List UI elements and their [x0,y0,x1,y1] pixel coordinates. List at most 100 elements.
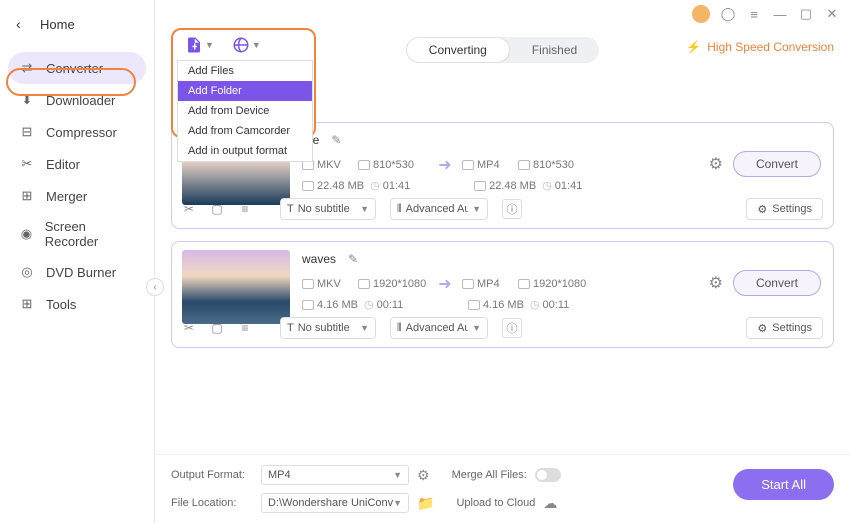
chevron-down-icon: ▼ [472,204,481,214]
sidebar-item-compressor[interactable]: ⊟ Compressor [0,116,154,148]
convert-button[interactable]: Convert [733,151,821,177]
clock-icon: ◷ [542,179,552,192]
effects-icon[interactable]: ≡ [238,202,252,216]
cloud-icon[interactable]: ☁ [543,495,557,512]
upload-label: Upload to Cloud [456,497,535,509]
info-button[interactable]: ⓘ [502,199,522,219]
sidebar-item-label: Converter [46,61,103,76]
dst-size: 4.16 MB [483,299,524,311]
add-menu-item[interactable]: Add in output format [178,141,312,161]
dst-duration: 00:11 [543,299,570,311]
subtitle-select[interactable]: T No subtitle ▼ [280,317,376,339]
downloader-icon: ⬇ [18,91,36,109]
sidebar: ‹ Home ⇄ Converter ⬇ Downloader ⊟ Compre… [0,0,155,523]
thumbnail[interactable] [182,250,290,324]
output-format-label: Output Format: [171,469,253,481]
output-gear-icon[interactable]: ⚙ [709,154,723,174]
add-menu-item[interactable]: Add from Camcorder [178,121,312,141]
sidebar-item-merger[interactable]: ⊞ Merger [0,180,154,212]
subtitle-icon: T [287,322,294,334]
file-location-select[interactable]: D:\Wondershare UniConverter 1 ▼ [261,493,409,513]
chevron-down-icon: ▼ [252,40,261,50]
lightning-icon: ⚡ [686,40,701,54]
chevron-down-icon: ▼ [472,323,481,333]
high-speed-label: High Speed Conversion [707,40,834,54]
output-format-select[interactable]: MP4 ▼ [261,465,409,485]
tab-finished[interactable]: Finished [510,37,599,63]
main: ◯ ≡ — ▢ ✕ ▼ ▼ [155,0,850,523]
tab-converting[interactable]: Converting [406,37,510,63]
close-icon[interactable]: ✕ [824,6,840,22]
output-gear-icon[interactable]: ⚙ [709,273,723,293]
sidebar-item-tools[interactable]: ⊞ Tools [0,288,154,320]
crop-icon[interactable]: ▢ [210,321,224,335]
converter-icon: ⇄ [18,59,36,77]
size-icon [302,181,314,191]
settings-label: Settings [772,203,812,215]
add-menu-item[interactable]: Add from Device [178,101,312,121]
size-icon [474,181,486,191]
src-duration: 01:41 [383,180,411,192]
src-size: 4.16 MB [317,299,358,311]
subtitle-select[interactable]: TNo subtitle ▼ [280,198,376,220]
arrow-icon: ➜ [434,155,456,175]
merge-toggle[interactable] [535,468,561,482]
settings-button[interactable]: ⚙ Settings [746,198,823,220]
bottom-bar: Output Format: MP4 ▼ ⚙ Merge All Files: … [155,454,850,523]
format-icon [302,279,314,289]
chevron-down-icon: ▼ [360,204,369,214]
add-url-icon [232,36,250,54]
add-file-icon [185,36,203,54]
home-label: Home [40,17,75,32]
add-menu-item[interactable]: Add Files [178,61,312,81]
avatar-icon[interactable] [692,5,710,23]
minimize-icon[interactable]: — [772,6,788,22]
sidebar-item-dvd-burner[interactable]: ◎ DVD Burner [0,256,154,288]
dst-resolution: 810*530 [533,159,574,171]
chevron-down-icon: ▼ [205,40,214,50]
edit-name-icon[interactable]: ✎ [329,133,343,147]
trim-icon[interactable]: ✂ [182,321,196,335]
advanced-audio-select[interactable]: ⫴Advanced Audi... ▼ [390,198,488,220]
home-row[interactable]: ‹ Home [0,8,154,40]
trim-icon[interactable]: ✂ [182,202,196,216]
content: ▼ ▼ Add Files Add Folder Add from Device… [155,28,850,454]
add-area-highlight: ▼ ▼ Add Files Add Folder Add from Device… [171,28,316,138]
add-file-button[interactable]: ▼ [185,36,214,54]
support-icon[interactable]: ◯ [720,6,736,22]
edit-name-icon[interactable]: ✎ [346,252,360,266]
high-speed-link[interactable]: ⚡ High Speed Conversion [686,40,834,54]
settings-label: Settings [772,322,812,334]
subtitle-value: No subtitle [298,322,350,334]
start-all-button[interactable]: Start All [733,469,834,500]
titlebar: ◯ ≡ — ▢ ✕ [155,0,850,28]
sidebar-item-downloader[interactable]: ⬇ Downloader [0,84,154,116]
chevron-down-icon: ▼ [360,323,369,333]
clock-icon: ◷ [364,298,374,311]
settings-button[interactable]: ⚙ Settings [746,317,823,339]
effects-icon[interactable]: ≡ [238,321,252,335]
editor-icon: ✂ [18,155,36,173]
folder-icon[interactable]: 📁 [417,495,434,512]
file-card: waves ✎ MKV 1920*1080 ➜ MP4 1920*1080 4.… [171,241,834,348]
clock-icon: ◷ [370,179,380,192]
crop-icon[interactable]: ▢ [210,202,224,216]
src-resolution: 810*530 [373,159,414,171]
menu-icon[interactable]: ≡ [746,6,762,22]
sidebar-item-editor[interactable]: ✂ Editor [0,148,154,180]
clock-icon: ◷ [530,298,540,311]
sidebar-item-screen-recorder[interactable]: ◉ Screen Recorder [0,212,154,256]
info-button[interactable]: ⓘ [502,318,522,338]
file-location-value: D:\Wondershare UniConverter 1 [268,497,393,509]
sidebar-item-converter[interactable]: ⇄ Converter [8,52,146,84]
back-icon[interactable]: ‹ [16,16,32,32]
maximize-icon[interactable]: ▢ [798,6,814,22]
output-settings-icon[interactable]: ⚙ [417,467,430,484]
add-menu-item[interactable]: Add Folder [178,81,312,101]
arrow-icon: ➜ [434,274,456,294]
advanced-audio-select[interactable]: ⫴Advanced Audi... ▼ [390,317,488,339]
add-url-button[interactable]: ▼ [232,36,261,54]
resolution-icon [358,279,370,289]
dst-format: MP4 [477,278,500,290]
convert-button[interactable]: Convert [733,270,821,296]
